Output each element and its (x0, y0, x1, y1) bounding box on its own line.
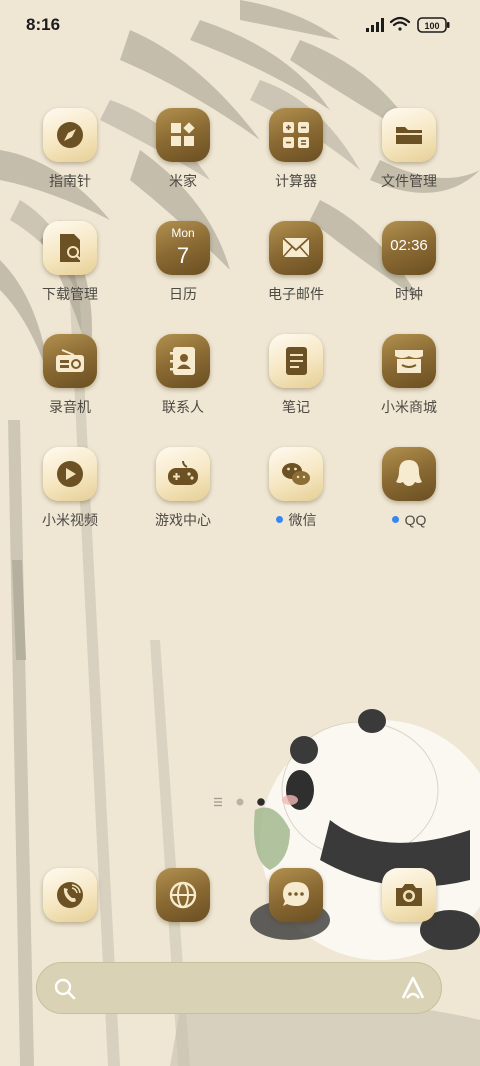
messages-icon (283, 882, 309, 906)
calendar-day: 7 (176, 243, 190, 268)
app-label: 文件管理 (381, 173, 437, 189)
wifi-icon (389, 16, 411, 31)
app-mijia[interactable]: 米家 (128, 108, 238, 190)
clock-icon: 02:36 (382, 221, 436, 275)
page-list-icon (214, 797, 222, 807)
download-manager-icon (60, 234, 82, 262)
app-label: 小米商城 (381, 399, 437, 415)
app-compass[interactable]: 指南针 (15, 108, 125, 190)
app-notes[interactable]: 笔记 (241, 334, 351, 416)
app-wechat[interactable]: 微信 (241, 447, 351, 529)
battery-level: 100 (424, 21, 439, 31)
app-game-center[interactable]: 游戏中心 (128, 447, 238, 529)
app-contacts[interactable]: 联系人 (128, 334, 238, 416)
app-calendar[interactable]: Mon 7 日历 (128, 221, 238, 303)
app-label: 下载管理 (42, 286, 98, 302)
search-icon (54, 978, 76, 1000)
app-qq[interactable]: QQ (354, 447, 464, 529)
app-clock[interactable]: 02:36 时钟 (354, 221, 464, 303)
calculator-icon (283, 122, 309, 148)
compass-icon (57, 122, 83, 148)
app-recorder[interactable]: 录音机 (15, 334, 125, 416)
gamepad-icon (168, 460, 198, 485)
battery-icon: 100 (417, 17, 450, 33)
app-email[interactable]: 电子邮件 (241, 221, 351, 303)
app-download-manager[interactable]: 下载管理 (15, 221, 125, 303)
app-label: 联系人 (162, 399, 204, 415)
browser-icon (169, 881, 197, 909)
dock-camera[interactable] (354, 868, 464, 922)
app-label: 电子邮件 (268, 286, 324, 302)
app-calculator[interactable]: 计算器 (241, 108, 351, 190)
app-label: 指南针 (49, 173, 91, 189)
app-file-manager[interactable]: 文件管理 (354, 108, 464, 190)
notification-dot (391, 516, 399, 523)
page-dot-active (257, 798, 265, 806)
search-bar[interactable] (36, 962, 442, 1014)
camera-icon (396, 884, 422, 906)
app-label: 时钟 (395, 286, 423, 302)
app-label-text: QQ (404, 512, 427, 528)
app-label-text: 微信 (288, 512, 317, 528)
app-label: 录音机 (49, 399, 91, 415)
notification-dot (275, 516, 283, 523)
phone-icon (57, 882, 83, 908)
calendar-icon: Mon 7 (156, 221, 210, 275)
video-play-icon (57, 461, 83, 487)
wechat-icon (282, 463, 310, 485)
notes-icon (286, 347, 307, 375)
store-icon (395, 350, 423, 373)
app-label: 计算器 (275, 173, 317, 189)
app-label: QQ (354, 511, 464, 529)
system-status-icons: 100 (366, 16, 450, 33)
dock-messages[interactable] (241, 868, 351, 922)
dock-phone[interactable] (15, 868, 125, 922)
app-mi-store[interactable]: 小米商城 (354, 334, 464, 416)
app-label: 米家 (169, 173, 197, 189)
folder-icon (396, 127, 422, 144)
app-label: 游戏中心 (155, 512, 211, 528)
assistant-icon[interactable] (399, 974, 427, 1002)
status-time: 8:16 (26, 15, 61, 34)
app-mi-video[interactable]: 小米视频 (15, 447, 125, 529)
calendar-weekday: Mon (171, 226, 195, 240)
app-label: 日历 (169, 286, 197, 302)
app-label: 微信 (241, 511, 351, 529)
radio-icon (56, 349, 84, 372)
signal-icon (366, 18, 384, 32)
mail-icon (282, 237, 310, 258)
app-label: 小米视频 (42, 512, 98, 528)
dock-browser[interactable] (128, 868, 238, 922)
page-indicator[interactable] (212, 796, 272, 808)
status-bar: 8:16 100 (0, 0, 480, 50)
page-dot (236, 798, 244, 806)
mijia-icon (171, 122, 195, 146)
app-label: 笔记 (282, 399, 310, 415)
qq-penguin-icon (396, 460, 422, 486)
clock-time: 02:36 (390, 237, 428, 254)
contacts-icon (170, 347, 195, 375)
